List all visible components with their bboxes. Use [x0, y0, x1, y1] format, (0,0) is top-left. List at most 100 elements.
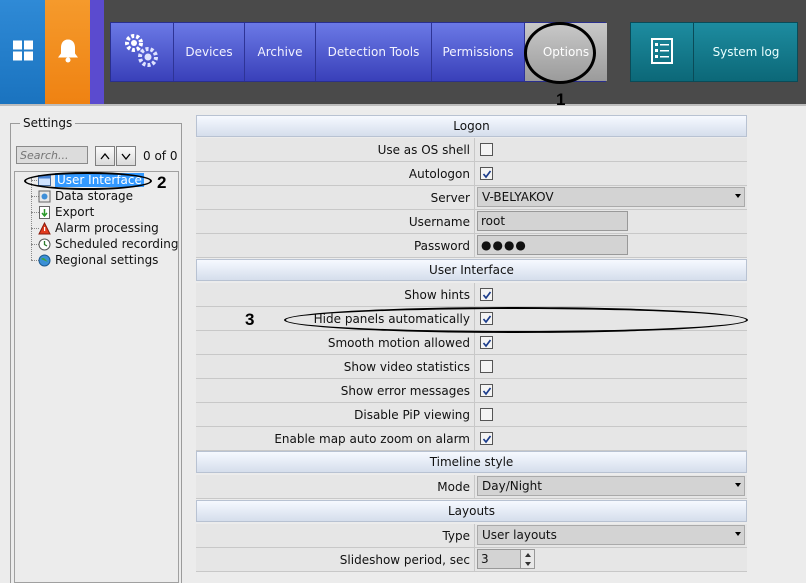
checkmark-icon [482, 338, 491, 347]
alarm-tile[interactable] [45, 0, 90, 104]
tree-item-regional-settings[interactable]: Regional settings [38, 252, 158, 268]
menu-permissions[interactable]: Permissions [432, 23, 525, 81]
row-label: Slideshow period, sec [196, 548, 475, 571]
checkmark-icon [482, 169, 491, 178]
callout-2: 2 [157, 173, 167, 192]
row-hide-panels: Hide panels automatically [196, 307, 747, 331]
bell-icon [56, 38, 80, 67]
export-icon [38, 205, 51, 219]
settings-search-input[interactable] [16, 146, 88, 164]
tree-connector [31, 178, 32, 260]
slideshow-period-stepper[interactable]: 3 [477, 549, 535, 569]
section-logon: Logon [196, 115, 747, 137]
stepper-down-icon[interactable] [520, 559, 534, 568]
use-os-shell-checkbox[interactable] [480, 143, 493, 156]
system-log-button[interactable]: System log [694, 23, 798, 81]
gears-icon [122, 31, 162, 74]
tree-item-label: Scheduled recording [55, 237, 179, 251]
row-label: Username [196, 210, 475, 233]
row-label: Use as OS shell [196, 138, 475, 161]
row-map-auto-zoom: Enable map auto zoom on alarm [196, 427, 747, 451]
checkmark-icon [482, 290, 491, 299]
username-field[interactable]: root [477, 211, 628, 231]
checkmark-icon [482, 314, 491, 323]
row-label: Type [196, 524, 475, 547]
tree-item-data-storage[interactable]: Data storage [38, 188, 133, 204]
hide-panels-checkbox[interactable] [480, 312, 493, 325]
section-timeline-style: Timeline style [196, 451, 747, 473]
tree-item-user-interface[interactable]: User Interface [38, 172, 144, 188]
accent-tile [90, 0, 104, 104]
menu-archive[interactable]: Archive [245, 23, 316, 81]
menu-devices[interactable]: Devices [174, 23, 245, 81]
tree-item-label: User Interface [55, 173, 144, 187]
row-label: Show hints [196, 283, 475, 306]
password-field[interactable]: ●●●● [477, 235, 628, 255]
checklist-icon [651, 37, 673, 67]
tree-item-export[interactable]: Export [38, 204, 94, 220]
windows-tile[interactable] [0, 0, 45, 104]
windows-icon [12, 40, 34, 65]
server-dropdown[interactable]: V-BELYAKOV [477, 187, 745, 207]
row-server: Server V-BELYAKOV [196, 186, 747, 210]
dropdown-value: V-BELYAKOV [482, 190, 554, 204]
dropdown-arrow-icon [735, 532, 741, 536]
checkmark-icon [482, 386, 491, 395]
row-label: Disable PiP viewing [196, 403, 475, 426]
row-show-hints: Show hints [196, 283, 747, 307]
row-use-os-shell: Use as OS shell [196, 138, 747, 162]
row-mode: Mode Day/Night [196, 475, 747, 499]
row-autologon: Autologon [196, 162, 747, 186]
show-hints-checkbox[interactable] [480, 288, 493, 301]
menu-detection-tools[interactable]: Detection Tools [316, 23, 432, 81]
smooth-motion-checkbox[interactable] [480, 336, 493, 349]
tree-item-label: Export [55, 205, 95, 219]
callout-3: 3 [245, 310, 255, 329]
chevron-down-icon [121, 149, 131, 163]
row-username: Username root [196, 210, 747, 234]
stepper-up-icon[interactable] [520, 550, 534, 559]
search-result-count: 0 of 0 [143, 149, 178, 163]
search-next-button[interactable] [116, 146, 136, 166]
menu-options[interactable]: Options [525, 23, 607, 81]
video-statistics-checkbox[interactable] [480, 360, 493, 373]
alarm-icon [38, 221, 51, 235]
tree-item-label: Alarm processing [55, 221, 159, 235]
row-label: Autologon [196, 162, 475, 185]
tree-item-alarm-processing[interactable]: Alarm processing [38, 220, 159, 236]
row-error-messages: Show error messages [196, 379, 747, 403]
row-disable-pip: Disable PiP viewing [196, 403, 747, 427]
type-dropdown[interactable]: User layouts [477, 525, 745, 545]
user-interface-icon [38, 174, 51, 187]
callout-1: 1 [556, 90, 566, 109]
error-messages-checkbox[interactable] [480, 384, 493, 397]
schedule-icon [38, 238, 51, 251]
autologon-checkbox[interactable] [480, 167, 493, 180]
checkmark-icon [482, 434, 491, 443]
top-bar-underline [0, 104, 806, 106]
system-log-icon-button[interactable] [631, 23, 694, 81]
globe-icon [38, 254, 51, 267]
settings-title: Settings [20, 116, 76, 130]
row-password: Password ●●●● [196, 234, 747, 258]
settings-gears-button[interactable] [111, 23, 174, 81]
map-auto-zoom-checkbox[interactable] [480, 432, 493, 445]
tree-item-label: Regional settings [55, 253, 159, 267]
stepper-value: 3 [481, 552, 489, 566]
row-label: Hide panels automatically [196, 307, 475, 330]
row-label: Show error messages [196, 379, 475, 402]
row-video-statistics: Show video statistics [196, 355, 747, 379]
tree-item-scheduled-recording[interactable]: Scheduled recording [38, 236, 178, 252]
mode-dropdown[interactable]: Day/Night [477, 476, 745, 496]
search-prev-button[interactable] [95, 146, 115, 166]
disable-pip-checkbox[interactable] [480, 408, 493, 421]
row-type: Type User layouts [196, 524, 747, 548]
data-storage-icon [38, 190, 51, 203]
dropdown-arrow-icon [735, 483, 741, 487]
row-label: Server [196, 186, 475, 209]
dropdown-arrow-icon [735, 194, 741, 198]
section-user-interface: User Interface [196, 259, 747, 281]
row-smooth-motion: Smooth motion allowed [196, 331, 747, 355]
system-log-panel: System log [630, 22, 798, 82]
dropdown-value: Day/Night [482, 479, 542, 493]
